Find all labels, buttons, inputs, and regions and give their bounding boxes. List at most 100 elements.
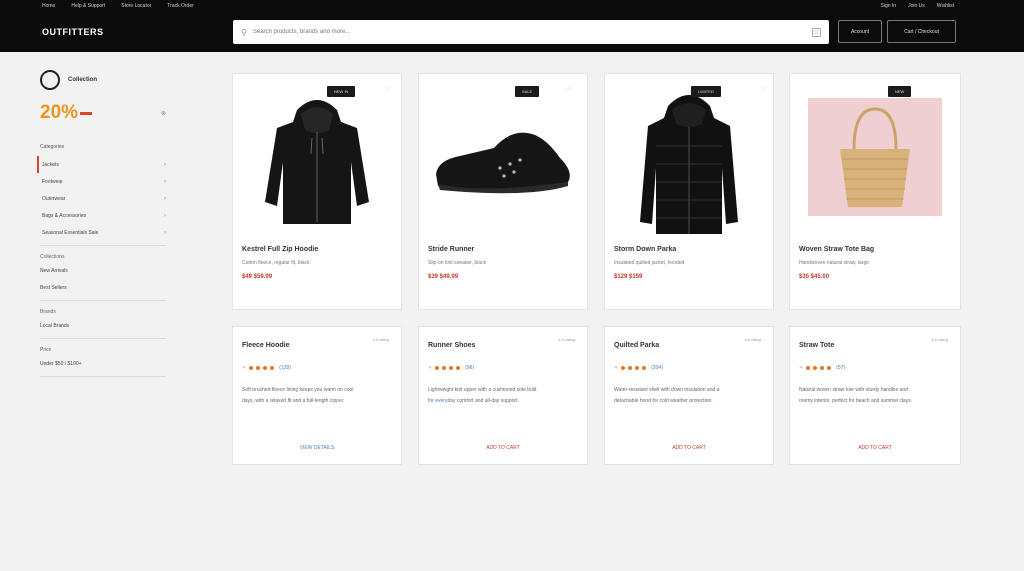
product-card[interactable]: NEW IN ♡ Kestrel Full Zip Hoodie Cotton … [232, 73, 402, 310]
product-badge: LIMITED [691, 86, 721, 97]
rating-icon: ✧ [614, 365, 619, 371]
info-card[interactable]: Quilted Parka 4.8 rating ✧ (204) Water-r… [604, 326, 774, 465]
utility-links: Home Help & Support Store Locator Track … [42, 3, 194, 9]
product-title[interactable]: Kestrel Full Zip Hoodie [242, 246, 318, 253]
rating-icon: ✧ [242, 365, 247, 371]
sidebar-item-bags[interactable]: Bags & Accessories › [37, 207, 166, 224]
wishlist-icon[interactable]: ♡ [761, 87, 765, 93]
sidebar-brand: Collection [40, 70, 166, 90]
review-count[interactable]: (96) [465, 365, 474, 371]
product-card[interactable]: NEW Woven Straw Tote Bag Handwoven natur… [789, 73, 961, 310]
wishlist-icon[interactable]: ♡ [385, 87, 389, 93]
product-card[interactable]: LIMITED ♡ Storm Down Parka Insulated qui… [604, 73, 774, 310]
site-logo[interactable]: OUTFITTERS [42, 27, 104, 37]
chevron-right-icon: › [164, 161, 166, 168]
product-image-tote[interactable] [808, 98, 942, 216]
view-details-link[interactable]: VIEW DETAILS [233, 445, 401, 451]
rating-star-icon [435, 366, 440, 370]
tote-bag-image [840, 107, 910, 207]
product-price: $49 $59.99 [242, 274, 273, 280]
chevron-right-icon: › [164, 212, 166, 219]
promo-banner[interactable]: 20% ⊗ [40, 102, 166, 124]
info-card[interactable]: Straw Tote 4.5 rating ✧ (57) Natural wov… [789, 326, 961, 465]
add-to-cart-link[interactable]: ADD TO CART [419, 445, 587, 451]
desc-line: . [343, 398, 345, 404]
sidebar-item-seasonal[interactable]: Seasonal Essentials Sale › [37, 224, 166, 241]
price-title: Price [40, 338, 166, 355]
product-badge: SALE [515, 86, 540, 97]
close-icon[interactable]: ⊗ [161, 110, 166, 117]
rating-star-icon [456, 366, 461, 370]
sidebar-item-best-sellers[interactable]: Best Sellers [40, 279, 166, 296]
utility-link-store[interactable]: Store Locator [121, 3, 151, 9]
info-card-meta: 4.3 rating [558, 337, 575, 342]
account-button[interactable]: Account [838, 20, 882, 43]
product-price: $39 $49.99 [428, 274, 459, 280]
desc-line: comfort and all-day support. [455, 398, 519, 404]
sidebar-item-jackets[interactable]: Jackets › [37, 156, 166, 173]
search-icon: ⚲ [241, 27, 247, 37]
desc-highlight: for everyday [428, 398, 456, 404]
rating-star-icon [249, 366, 254, 370]
info-card[interactable]: Fleece Hoodie 4.6 rating ✧ (128) Soft br… [232, 326, 402, 465]
wishlist-link[interactable]: Wishlist [937, 3, 954, 9]
rating: ✧ (128) [242, 365, 291, 371]
info-card-meta: 4.6 rating [372, 337, 389, 342]
sidebar-item-new-arrivals[interactable]: New Arrivals [40, 262, 166, 279]
chevron-right-icon: › [164, 229, 166, 236]
cart-button[interactable]: Cart / Checkout [887, 20, 956, 43]
product-image-parka[interactable] [613, 82, 765, 242]
product-title[interactable]: Stride Runner [428, 246, 474, 253]
desc-line: roomy interior, perfect for beach and su… [799, 398, 913, 404]
sidebar-item-footwear[interactable]: Footwear › [37, 173, 166, 190]
product-price: $129 $159 [614, 274, 643, 280]
rating-star-icon [642, 366, 647, 370]
product-image-hoodie[interactable] [241, 82, 393, 242]
search-input[interactable] [252, 29, 812, 35]
utility-link-track[interactable]: Track Order [167, 3, 193, 9]
sidebar-item-local-brands[interactable]: Local Brands [40, 317, 166, 334]
add-to-cart-link[interactable]: ADD TO CART [605, 445, 773, 451]
category-label: Bags & Accessories [42, 212, 87, 219]
desc-line: Water-resistant shell with down insulati… [614, 387, 720, 393]
product-price: $35 $45.00 [799, 274, 830, 280]
top-navigation-bar: Home Help & Support Store Locator Track … [0, 0, 1024, 52]
category-label: Outerwear [42, 195, 66, 202]
rating-icon: ✧ [799, 365, 804, 371]
info-card-description: Soft brushed fleece lining keeps you war… [242, 385, 391, 407]
chevron-right-icon: › [164, 195, 166, 202]
rating-star-icon [442, 366, 447, 370]
filter-sidebar: Collection 20% ⊗ Categories Jackets › Fo… [37, 70, 166, 377]
wishlist-icon[interactable]: ♡ [567, 87, 571, 93]
desc-highlight: zipper [329, 398, 344, 404]
sidebar-item-price-range[interactable]: Under $50 / $100+ [40, 355, 166, 372]
rating-star-icon [827, 366, 832, 370]
info-card-title: Runner Shoes [428, 342, 476, 349]
brands-title: Brands [40, 300, 166, 317]
info-card[interactable]: Runner Shoes 4.3 rating ✧ (96) Lightweig… [418, 326, 588, 465]
review-count[interactable]: (57) [836, 365, 845, 371]
search-bar[interactable]: ⚲ ◻ [233, 20, 829, 44]
chevron-right-icon: › [164, 178, 166, 185]
review-count[interactable]: (204) [651, 365, 663, 371]
join-link[interactable]: Join Us [908, 3, 925, 9]
rating-star-icon [635, 366, 640, 370]
hoodie-image [265, 100, 369, 224]
product-image-shoe[interactable] [427, 82, 579, 242]
product-card[interactable]: SALE ♡ Stride Runner Slip-on knit sneake… [418, 73, 588, 310]
add-to-cart-link[interactable]: ADD TO CART [790, 445, 960, 451]
sign-in-link[interactable]: Sign In [881, 3, 897, 9]
utility-link-help[interactable]: Help & Support [71, 3, 105, 9]
product-title[interactable]: Woven Straw Tote Bag [799, 246, 874, 253]
product-subtitle: Cotton fleece, regular fit, black [242, 260, 310, 266]
desc-line: days, with a relaxed fit and a full-leng… [242, 398, 330, 404]
review-count[interactable]: (128) [279, 365, 291, 371]
info-card-meta: 4.8 rating [744, 337, 761, 342]
product-title[interactable]: Storm Down Parka [614, 246, 676, 253]
rating: ✧ (204) [614, 365, 663, 371]
product-subtitle: Handwoven natural straw, large [799, 260, 870, 266]
desc-line: Lightweight knit upper with a cushioned … [428, 387, 537, 393]
camera-search-icon[interactable]: ◻ [812, 27, 821, 37]
utility-link-home[interactable]: Home [42, 3, 55, 9]
sidebar-item-outerwear[interactable]: Outerwear › [37, 190, 166, 207]
